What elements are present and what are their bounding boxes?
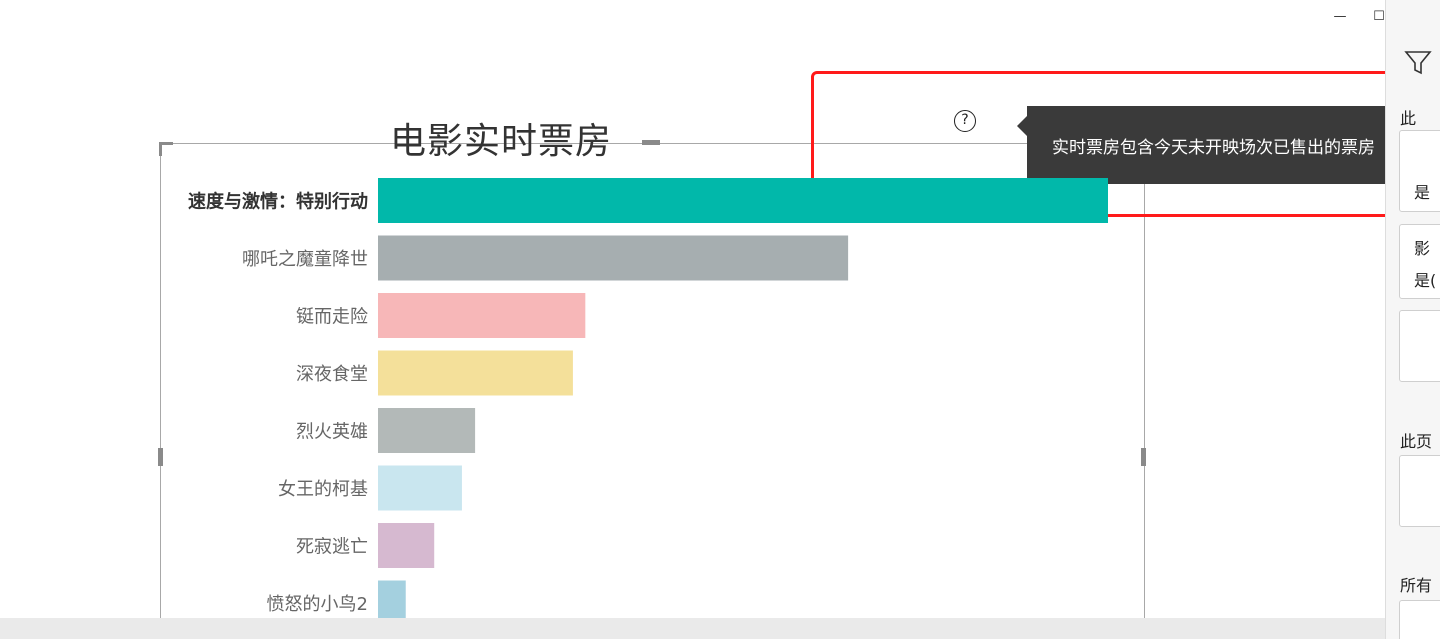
category-label-0: 速度与激情：特别行动 [188, 191, 368, 213]
category-label-2: 铤而走险 [296, 307, 368, 328]
category-label-5: 女王的柯基 [278, 479, 368, 500]
category-label-1: 哪吒之魔童降世 [242, 249, 368, 270]
resize-handle-top[interactable] [642, 140, 660, 145]
minimize-icon: — [1333, 8, 1347, 24]
bar-4[interactable] [378, 408, 476, 453]
filters-pane: 此 是 影 是( 此页 所有 [1385, 0, 1440, 639]
filter-section-label-1: 此 [1400, 109, 1417, 128]
filter-card-3[interactable] [1399, 310, 1440, 382]
chart-title: 电影实时票房 [390, 121, 613, 162]
maximize-icon: ☐ [1373, 8, 1385, 24]
category-label-3: 深夜食堂 [296, 364, 368, 385]
status-bar [0, 618, 1385, 639]
minimize-button[interactable]: — [1322, 4, 1358, 28]
filter-section-label-3: 所有 [1400, 576, 1433, 595]
filter-card-1-value: 是 [1414, 183, 1431, 202]
filter-card-2-title: 影 [1414, 239, 1431, 258]
filter-card-5[interactable] [1399, 600, 1440, 639]
resize-handle-top-left-vertical[interactable] [159, 142, 162, 156]
filter-card-1[interactable]: 是 [1399, 130, 1440, 212]
bar-6[interactable] [378, 523, 435, 568]
category-label-6: 死寂逃亡 [296, 537, 368, 558]
bar-5[interactable] [378, 465, 462, 511]
bar-3[interactable] [378, 350, 573, 396]
category-label-7: 愤怒的小鸟2 [267, 594, 368, 615]
bar-0[interactable] [378, 178, 1108, 223]
bar-chart-plot: 速度与激情：特别行动哪吒之魔童降世铤而走险深夜食堂烈火英雄女王的柯基死寂逃亡愤怒… [188, 178, 1108, 621]
bar-1[interactable] [378, 235, 849, 281]
bar-2[interactable] [378, 293, 586, 338]
category-label-4: 烈火英雄 [296, 422, 368, 443]
filter-card-4[interactable] [1399, 455, 1440, 527]
filter-card-2[interactable]: 影 是( [1399, 224, 1440, 299]
bar-7[interactable] [378, 580, 406, 621]
filter-card-2-value: 是( [1414, 271, 1437, 290]
filter-icon[interactable] [1404, 50, 1432, 76]
filter-section-label-2: 此页 [1400, 432, 1433, 451]
app-window: — ☐ ✕ 电影实时票房 ⤢ ⛶ … ? 实时票房包含今天未开映场次已售出的票房… [0, 0, 1440, 639]
